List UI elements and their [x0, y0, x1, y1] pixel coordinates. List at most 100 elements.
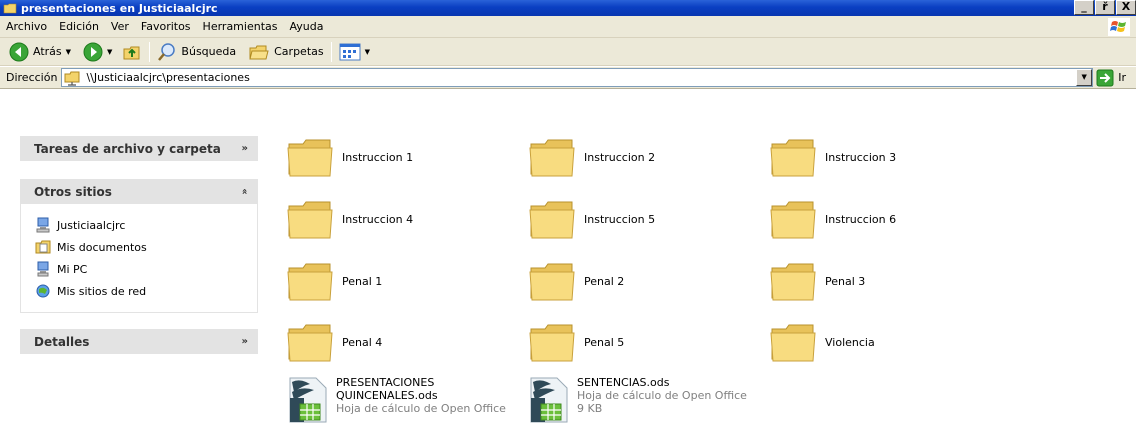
network-places-icon — [36, 284, 50, 298]
maximize-button[interactable]: ř — [1095, 0, 1115, 15]
place-link-mi-pc[interactable]: Mi PC — [35, 258, 257, 280]
back-dropdown-icon[interactable]: ▼ — [66, 48, 71, 56]
details-header[interactable]: Detalles » — [20, 329, 258, 354]
folder-label: Penal 3 — [825, 274, 866, 288]
folder-icon — [287, 324, 333, 362]
file-item[interactable]: SENTENCIAS.ods Hoja de cálculo de Open O… — [525, 376, 747, 424]
views-dropdown-icon[interactable]: ▼ — [365, 48, 370, 56]
folder-label: Violencia — [825, 335, 875, 349]
up-folder-button[interactable] — [119, 40, 145, 64]
address-label: Dirección — [6, 71, 58, 84]
file-name: SENTENCIAS.ods — [577, 376, 670, 389]
folder-item[interactable]: Penal 1 — [286, 258, 382, 304]
place-link-mis-sitios-de-red[interactable]: Mis sitios de red — [35, 280, 257, 302]
folder-icon — [529, 263, 575, 301]
folder-label: Instruccion 1 — [342, 150, 414, 164]
menu-ver[interactable]: Ver — [105, 20, 135, 33]
spreadsheet-file-icon — [530, 377, 568, 423]
place-label: Justiciaalcjrc — [57, 218, 126, 232]
folders-button[interactable]: Carpetas — [245, 40, 326, 64]
folder-label: Instruccion 4 — [342, 212, 414, 226]
forward-dropdown-icon[interactable]: ▼ — [107, 48, 112, 56]
back-label: Atrás — [33, 45, 62, 58]
other-places-list: Justiciaalcjrc Mis documentos Mi PC Mis … — [20, 204, 258, 313]
folder-item[interactable]: Instruccion 3 — [769, 134, 896, 180]
file-size: 9 KB — [577, 402, 603, 415]
other-places-header[interactable]: Otros sitios » — [20, 179, 258, 204]
address-dropdown-button[interactable]: ▼ — [1076, 69, 1093, 86]
go-arrow-icon — [1096, 69, 1114, 86]
toolbar-separator — [330, 41, 332, 62]
menu-favoritos[interactable]: Favoritos — [135, 20, 197, 33]
my-documents-icon — [35, 240, 51, 254]
forward-button[interactable]: ▼ — [80, 40, 115, 64]
menu-herramientas[interactable]: Herramientas — [197, 20, 284, 33]
forward-arrow-icon — [83, 42, 103, 61]
search-icon — [158, 42, 176, 61]
folder-item[interactable]: Penal 5 — [528, 319, 624, 365]
folder-label: Penal 1 — [342, 274, 383, 288]
menu-edicion[interactable]: Edición — [53, 20, 105, 33]
folder-item[interactable]: Instruccion 4 — [286, 196, 413, 242]
file-name-continued: QUINCENALES.ods — [336, 389, 438, 402]
file-details: SENTENCIAS.ods Hoja de cálculo de Open O… — [577, 376, 747, 415]
menu-bar: Archivo Edición Ver Favoritos Herramient… — [0, 16, 1136, 38]
file-tasks-panel: Tareas de archivo y carpeta » — [20, 136, 258, 161]
expand-chevron-icon[interactable]: » — [242, 143, 248, 154]
folder-item[interactable]: Penal 3 — [769, 258, 865, 304]
folder-icon — [529, 139, 575, 177]
folder-icon — [287, 139, 333, 177]
folder-item[interactable]: Instruccion 2 — [528, 134, 655, 180]
file-type: Hoja de cálculo de Open Office — [577, 389, 747, 402]
folder-item[interactable]: Instruccion 5 — [528, 196, 655, 242]
title-bar[interactable]: presentaciones en Justiciaalcjrc _ ř X — [0, 0, 1136, 16]
folder-item[interactable]: Penal 4 — [286, 319, 382, 365]
back-arrow-icon — [9, 42, 29, 61]
folder-label: Instruccion 2 — [584, 150, 656, 164]
file-details: PRESENTACIONES QUINCENALES.ods Hoja de c… — [336, 376, 506, 415]
folder-item[interactable]: Penal 2 — [528, 258, 624, 304]
folder-label: Penal 2 — [584, 274, 625, 288]
my-computer-icon — [37, 261, 49, 277]
back-button[interactable]: Atrás ▼ — [6, 40, 74, 64]
details-panel: Detalles » — [20, 329, 258, 354]
place-link-justiciaalcjrc[interactable]: Justiciaalcjrc — [35, 214, 257, 236]
views-button[interactable]: ▼ — [336, 40, 373, 64]
file-tasks-header[interactable]: Tareas de archivo y carpeta » — [20, 136, 258, 161]
folder-item[interactable]: Violencia — [769, 319, 875, 365]
file-name: PRESENTACIONES — [336, 376, 435, 389]
address-value: \\Justiciaalcjrc\presentaciones — [86, 71, 250, 84]
details-title: Detalles — [34, 334, 90, 349]
address-field[interactable]: \\Justiciaalcjrc\presentaciones ▼ — [61, 68, 1094, 87]
other-places-panel: Otros sitios » Justiciaalcjrc Mis docume… — [20, 179, 258, 313]
go-button[interactable]: Ir — [1096, 69, 1136, 87]
network-computer-icon — [36, 217, 50, 233]
task-pane: Tareas de archivo y carpeta » Otros siti… — [0, 90, 270, 430]
place-link-mis-documentos[interactable]: Mis documentos — [35, 236, 257, 258]
expand-chevron-icon[interactable]: » — [242, 336, 248, 347]
place-label: Mis sitios de red — [57, 284, 147, 298]
search-button[interactable]: Búsqueda — [154, 40, 239, 64]
other-places-title: Otros sitios — [34, 184, 112, 199]
folder-label: Instruccion 6 — [825, 212, 897, 226]
menu-archivo[interactable]: Archivo — [0, 20, 53, 33]
folders-icon — [249, 45, 269, 59]
up-folder-icon — [123, 46, 140, 59]
folder-label: Penal 5 — [584, 335, 625, 349]
windows-logo-icon — [1108, 18, 1130, 36]
window-controls: _ ř X — [1073, 0, 1136, 16]
folder-icon — [770, 324, 816, 362]
folder-icon — [529, 201, 575, 239]
place-label: Mi PC — [57, 262, 88, 276]
folder-icon — [770, 139, 816, 177]
file-tasks-title: Tareas de archivo y carpeta — [34, 141, 221, 156]
minimize-button[interactable]: _ — [1074, 0, 1094, 15]
folder-label: Instruccion 3 — [825, 150, 897, 164]
folder-item[interactable]: Instruccion 6 — [769, 196, 896, 242]
close-button[interactable]: X — [1116, 0, 1136, 15]
folder-item[interactable]: Instruccion 1 — [286, 134, 413, 180]
file-item[interactable]: PRESENTACIONES QUINCENALES.ods Hoja de c… — [284, 376, 506, 424]
menu-ayuda[interactable]: Ayuda — [283, 20, 329, 33]
collapse-chevron-icon[interactable]: » — [239, 188, 250, 194]
search-label: Búsqueda — [181, 45, 237, 58]
